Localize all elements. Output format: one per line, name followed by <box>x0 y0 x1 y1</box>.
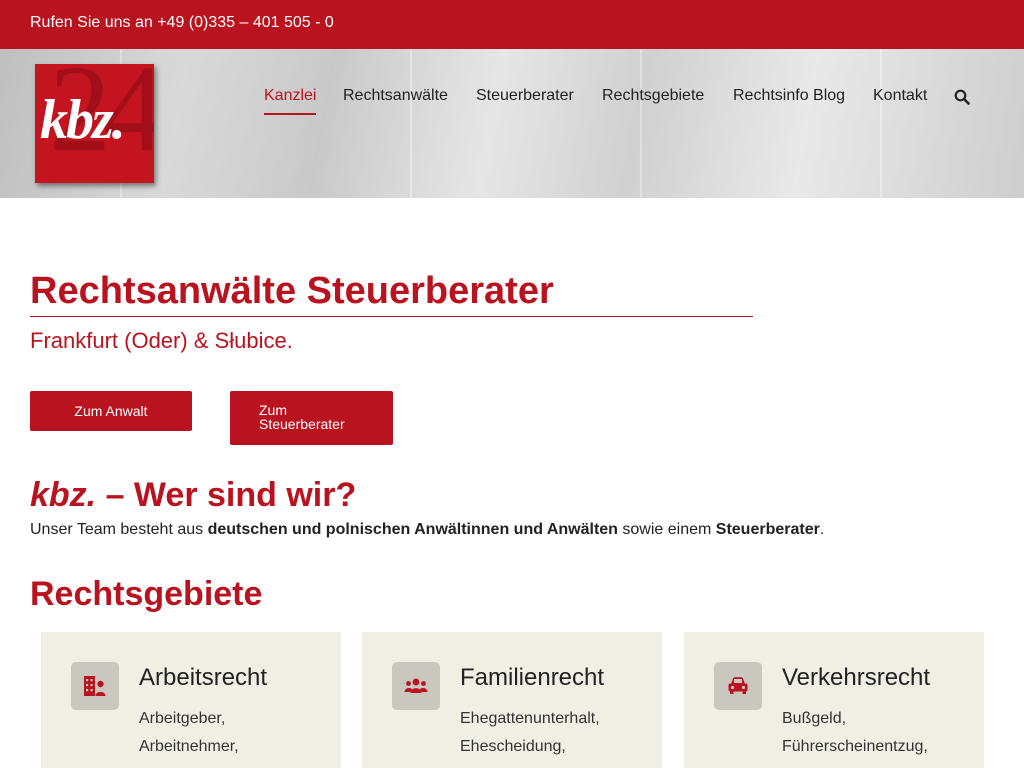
team-intro-text: Unser Team besteht aus deutschen und pol… <box>30 521 824 539</box>
intro-text: sowie einem <box>617 521 716 538</box>
card-title: Arbeitsrecht <box>139 664 268 691</box>
intro-emphasis: deutschen und polnischen Anwältinnen und… <box>207 521 618 538</box>
nav-item-label: Rechtsanwälte <box>343 87 448 104</box>
nav-item-label: Rechtsgebiete <box>602 87 705 104</box>
card-keyword: Ehegattenunterhalt, <box>460 710 600 727</box>
header-texture-streak <box>410 49 412 198</box>
page-title: Rechtsanwälte Steuerberater <box>30 270 554 312</box>
button-label: Zum Anwalt <box>74 403 148 419</box>
top-contact-bar: Rufen Sie uns an +49 (0)335 – 401 505 - … <box>0 0 1024 49</box>
card-keyword: Ehescheidung, <box>460 738 566 755</box>
zum-anwalt-button[interactable]: Zum Anwalt <box>30 391 192 431</box>
active-nav-underline <box>264 113 317 115</box>
card-keyword: Bußgeld, <box>782 710 847 727</box>
card-title: Verkehrsrecht <box>782 664 931 691</box>
card-icon-container <box>71 662 119 710</box>
card-icon-container <box>714 662 762 710</box>
nav-item-label: Kontakt <box>873 87 928 104</box>
car-icon <box>728 677 748 694</box>
building-user-icon <box>84 676 106 696</box>
page-subtitle: Frankfurt (Oder) & Słubice. <box>30 328 293 353</box>
who-are-we-heading: kbz. – Wer sind wir? <box>30 476 356 515</box>
card-keyword: Arbeitgeber, <box>139 710 226 727</box>
intro-text: . <box>819 521 825 538</box>
practice-area-card-verkehrsrecht[interactable]: Verkehrsrecht Bußgeld, Führerscheinentzu… <box>684 632 984 768</box>
nav-item-rechtsgebiete[interactable]: Rechtsgebiete <box>602 87 704 105</box>
nav-item-kontakt[interactable]: Kontakt <box>873 87 927 105</box>
nav-item-label: Steuerberater <box>476 87 574 104</box>
nav-item-steuerberater[interactable]: Steuerberater <box>476 87 574 105</box>
card-keyword: Arbeitnehmer, <box>139 738 239 755</box>
header-texture-streak <box>880 49 882 198</box>
kbz-logo[interactable]: 24 kbz. <box>35 64 154 183</box>
site-header: 24 kbz. Kanzlei Rechtsanwälte Steuerbera… <box>0 49 1024 198</box>
intro-emphasis: Steuerberater <box>715 521 820 538</box>
practice-area-card-arbeitsrecht[interactable]: Arbeitsrecht Arbeitgeber, Arbeitnehmer, <box>41 632 341 768</box>
nav-item-rechtsinfo-blog[interactable]: Rechtsinfo Blog <box>733 87 845 105</box>
practice-area-card-familienrecht[interactable]: Familienrecht Ehegattenunterhalt, Ehesch… <box>362 632 662 768</box>
main-navigation: Kanzlei Rechtsanwälte Steuerberater Rech… <box>0 87 1024 117</box>
heading-rest: – Wer sind wir? <box>96 476 357 514</box>
button-label-line-2: Steuerberater <box>259 416 345 432</box>
header-texture-streak <box>640 49 642 198</box>
brand-name: kbz. <box>30 476 97 514</box>
nav-item-label: Rechtsinfo Blog <box>733 87 846 104</box>
zum-steuerberater-button[interactable]: Zum Steuerberater <box>230 391 393 445</box>
rechtsgebiete-heading: Rechtsgebiete <box>30 575 263 613</box>
nav-item-rechtsanwaelte[interactable]: Rechtsanwälte <box>343 87 448 105</box>
card-keyword: Führerscheinentzug, <box>782 738 928 755</box>
nav-item-label: Kanzlei <box>264 87 317 104</box>
title-divider <box>30 316 753 317</box>
card-icon-container <box>392 662 440 710</box>
search-icon[interactable] <box>954 89 970 105</box>
card-title: Familienrecht <box>460 664 605 691</box>
family-group-icon <box>404 678 428 693</box>
intro-text: Unser Team besteht aus <box>30 521 208 538</box>
nav-item-kanzlei[interactable]: Kanzlei <box>264 87 317 115</box>
phone-contact-text: Rufen Sie uns an +49 (0)335 – 401 505 - … <box>30 14 334 31</box>
